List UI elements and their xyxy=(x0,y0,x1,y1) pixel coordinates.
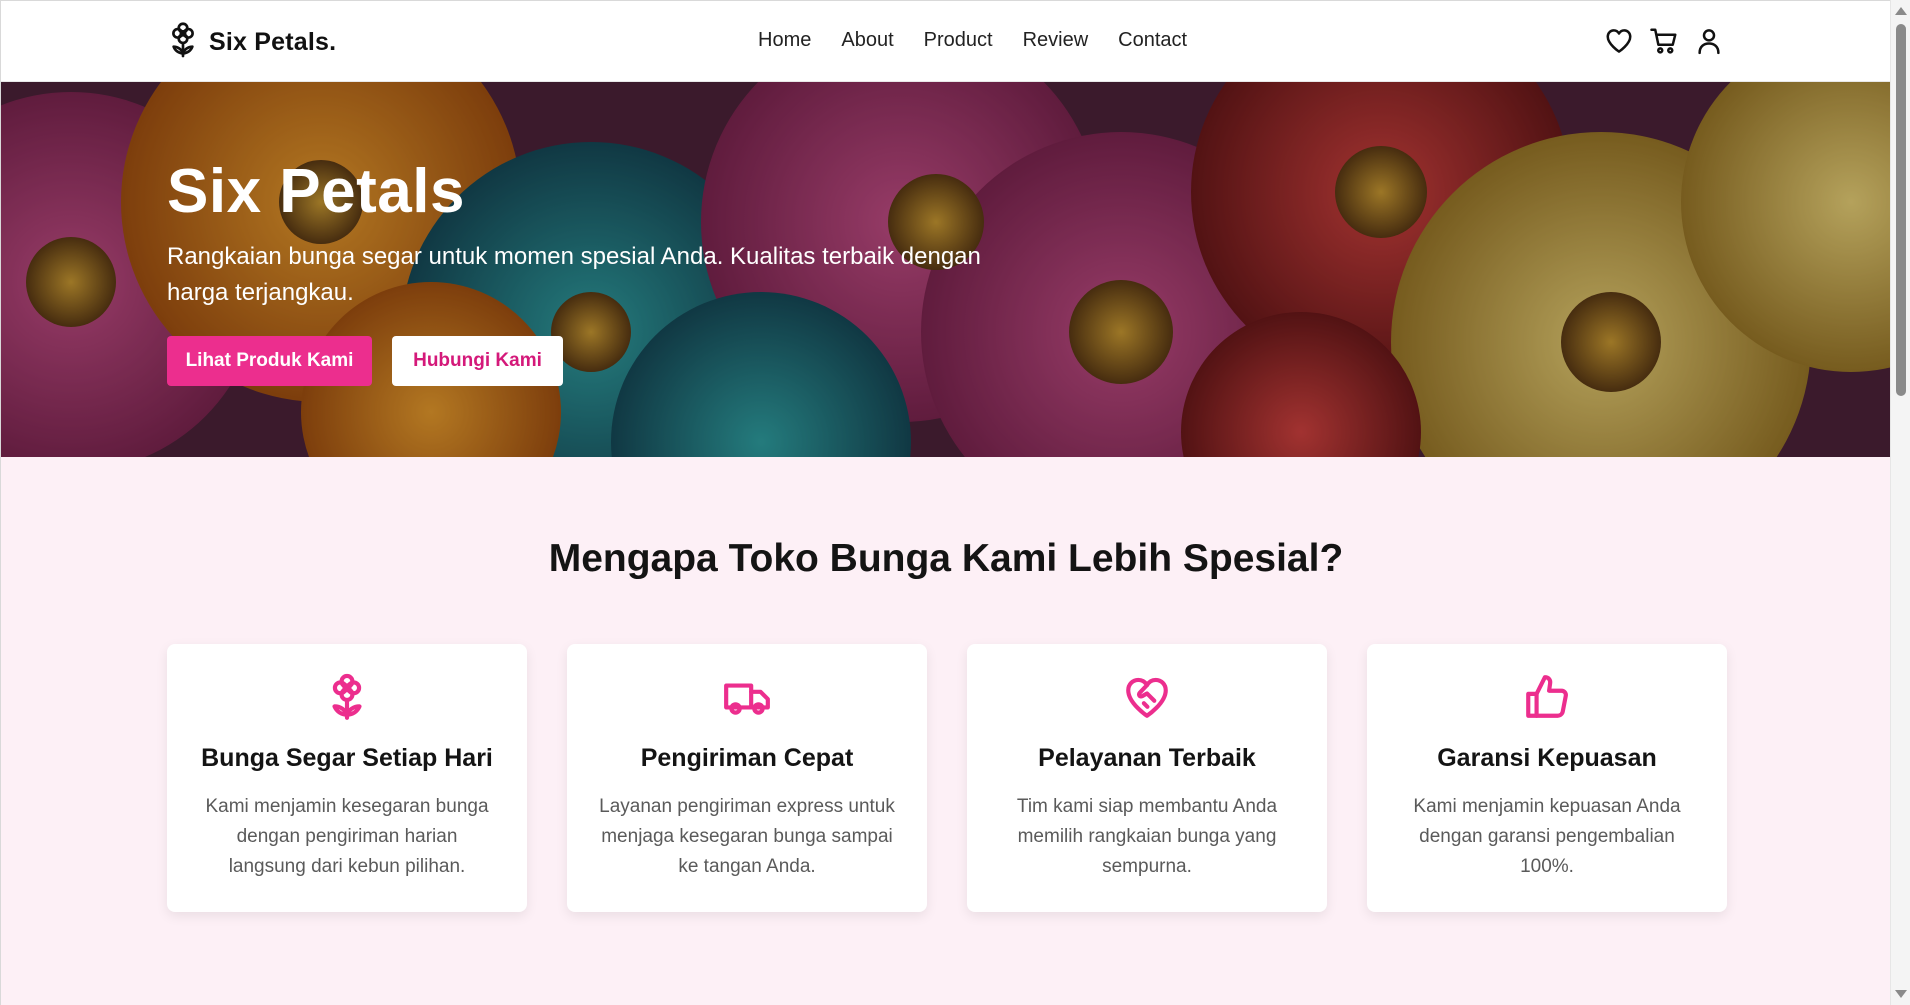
page-scrollbar[interactable] xyxy=(1890,0,1910,1005)
thumbs-up-icon xyxy=(1522,672,1572,722)
nav-review[interactable]: Review xyxy=(1023,29,1089,52)
feature-title: Pelayanan Terbaik xyxy=(1038,744,1256,772)
nav-home[interactable]: Home xyxy=(758,29,811,52)
feature-title: Bunga Segar Setiap Hari xyxy=(201,744,493,772)
feature-title: Garansi Kepuasan xyxy=(1437,744,1657,772)
nav-contact[interactable]: Contact xyxy=(1118,29,1187,52)
feature-card: Garansi Kepuasan Kami menjamin kepuasan … xyxy=(1367,644,1727,912)
feature-text: Kami menjamin kesegaran bunga dengan pen… xyxy=(205,796,489,877)
hero-subtitle: Rangkaian bunga segar untuk momen spesia… xyxy=(167,243,981,306)
flower-icon xyxy=(322,672,372,722)
contact-us-button[interactable]: Hubungi Kami xyxy=(392,336,563,386)
hero-section: Six Petals Rangkaian bunga segar untuk m… xyxy=(1,82,1890,457)
feature-text: Layanan pengiriman express untuk menjaga… xyxy=(599,796,895,877)
feature-card: Bunga Segar Setiap Hari Kami menjamin ke… xyxy=(167,644,527,912)
header-actions xyxy=(1604,26,1724,56)
feature-text: Kami menjamin kepuasan Anda dengan garan… xyxy=(1413,796,1681,877)
features-title: Mengapa Toko Bunga Kami Lebih Spesial? xyxy=(548,537,1344,580)
scroll-up-arrow[interactable] xyxy=(1895,7,1907,15)
features-list: Bunga Segar Setiap Hari Kami menjamin ke… xyxy=(167,644,1727,912)
cart-icon[interactable] xyxy=(1649,26,1679,56)
user-icon[interactable] xyxy=(1694,26,1724,56)
scroll-thumb[interactable] xyxy=(1896,24,1906,396)
flower-icon xyxy=(167,21,199,64)
nav-product[interactable]: Product xyxy=(924,29,993,52)
site-header: Six Petals. Home About Product Review Co… xyxy=(1,1,1890,82)
brand-logo[interactable]: Six Petals. xyxy=(167,21,336,64)
view-products-button[interactable]: Lihat Produk Kami xyxy=(167,336,372,386)
nav-about[interactable]: About xyxy=(841,29,893,52)
feature-text: Tim kami siap membantu Anda memilih rang… xyxy=(1016,796,1278,877)
brand-name: Six Petals. xyxy=(209,28,337,56)
feature-card: Pelayanan Terbaik Tim kami siap membantu… xyxy=(967,644,1327,912)
page-viewport: Six Petals. Home About Product Review Co… xyxy=(0,0,1890,1005)
heart-handshake-icon xyxy=(1122,672,1172,722)
feature-card: Pengiriman Cepat Layanan pengiriman expr… xyxy=(567,644,927,912)
heart-icon[interactable] xyxy=(1604,26,1634,56)
hero-title: Six Petals xyxy=(167,157,465,226)
scroll-down-arrow[interactable] xyxy=(1895,990,1907,998)
truck-icon xyxy=(722,672,772,722)
main-nav: Home About Product Review Contact xyxy=(758,29,1187,52)
feature-title: Pengiriman Cepat xyxy=(640,744,854,772)
